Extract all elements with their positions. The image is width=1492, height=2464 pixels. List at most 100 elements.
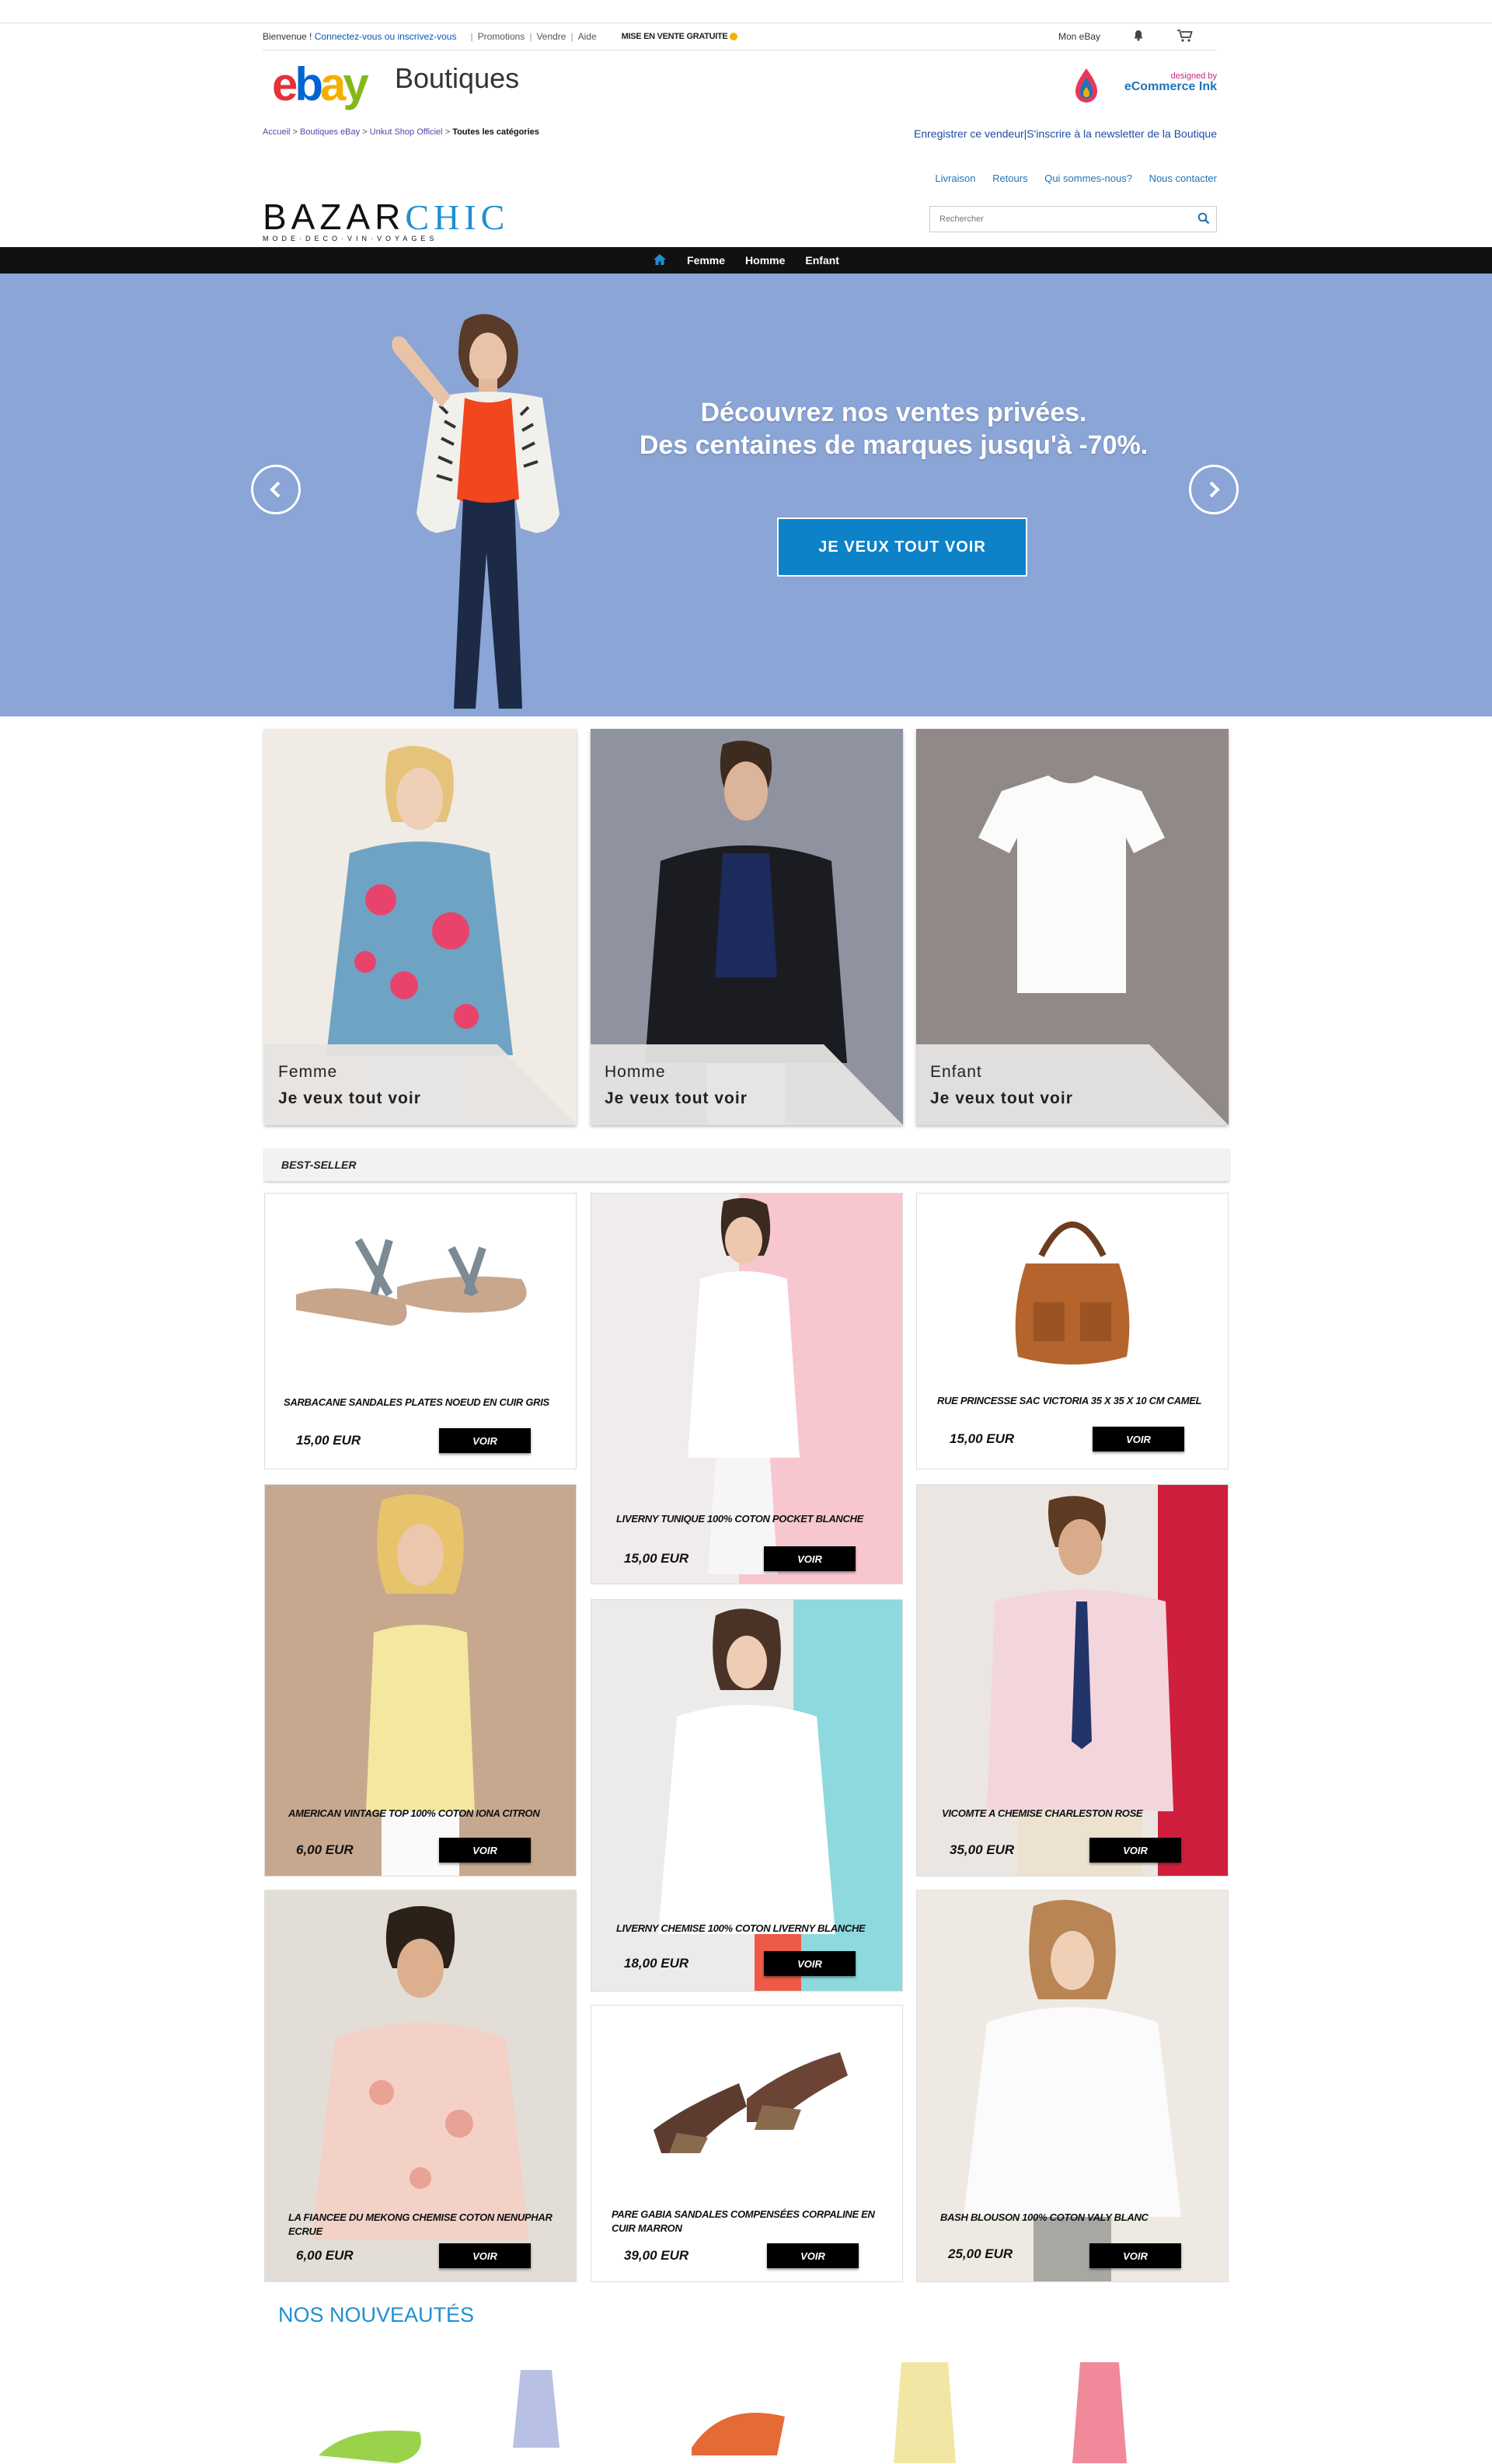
handbag-image: [1015, 1222, 1130, 1364]
search-icon[interactable]: [1197, 212, 1210, 228]
logo-b: b: [295, 58, 323, 110]
bell-icon[interactable]: [1133, 30, 1144, 44]
nav-contact[interactable]: Nous contacter: [1149, 173, 1217, 184]
hero-banner: Découvrez nos ventes privées. Des centai…: [0, 274, 1492, 716]
brand-part-a: BAZAR: [263, 197, 406, 237]
breadcrumb: Accueil > Boutiques eBay > Unkut Shop Of…: [263, 127, 1217, 140]
newsletter-link[interactable]: S'inscrire à la newsletter de la Boutiqu…: [1027, 127, 1217, 140]
ebay-top-bar: Bienvenue ! Connectez-vous ou inscrivez-…: [263, 28, 1217, 45]
store-nav: Livraison Retours Qui sommes-nous? Nous …: [263, 173, 1217, 184]
voir-button[interactable]: VOIR: [1093, 1427, 1184, 1452]
breadcrumb-current: Toutes les catégories: [452, 127, 539, 137]
nav-livraison[interactable]: Livraison: [935, 173, 975, 184]
product-price: 18,00 EUR: [624, 1956, 689, 1971]
free-listing-link[interactable]: MISE EN VENTE GRATUITE: [622, 32, 738, 41]
cart-icon[interactable]: [1177, 29, 1194, 44]
top-divider: [263, 50, 1217, 51]
promotions-link[interactable]: Promotions: [478, 31, 525, 42]
voir-button[interactable]: VOIR: [764, 1951, 856, 1976]
nav-retours[interactable]: Retours: [992, 173, 1028, 184]
category-name: Enfant: [930, 1063, 982, 1081]
product-title: SARBACANE SANDALES PLATES NOEUD EN CUIR …: [284, 1396, 549, 1408]
breadcrumb-stores[interactable]: Boutiques eBay: [300, 127, 360, 137]
bestseller-header: BEST-SELLER: [264, 1148, 1229, 1181]
brand-part-b: CHIC: [405, 197, 510, 237]
voir-button[interactable]: VOIR: [439, 2243, 531, 2268]
free-listing-label: MISE EN VENTE GRATUITE: [621, 32, 728, 41]
hero-headline: Découvrez nos ventes privées. Des centai…: [598, 396, 1189, 462]
product-title: LIVERNY TUNIQUE 100% COTON POCKET BLANCH…: [616, 1513, 864, 1525]
ecommerce-ink-logo-icon: [1075, 68, 1097, 103]
menu-enfant[interactable]: Enfant: [805, 254, 839, 267]
hero-cta-button[interactable]: JE VEUX TOUT VOIR: [777, 518, 1027, 577]
category-cta: Je veux tout voir: [605, 1089, 748, 1107]
category-tile-femme[interactable]: Femme Je veux tout voir: [264, 729, 577, 1125]
logo-y: y: [343, 58, 368, 110]
product-card[interactable]: LIVERNY TUNIQUE 100% COTON POCKET BLANCH…: [591, 1193, 903, 1584]
product-price: 35,00 EUR: [950, 1842, 1015, 1857]
carousel-prev-button[interactable]: [251, 465, 301, 514]
login-link[interactable]: Connectez-vous ou inscrivez-vous: [315, 31, 457, 42]
menu-femme[interactable]: Femme: [687, 254, 725, 267]
carousel-next-button[interactable]: [1189, 465, 1239, 514]
product-title: RUE PRINCESSE SAC VICTORIA 35 X 35 X 10 …: [937, 1395, 1202, 1406]
category-menu: Femme Homme Enfant: [0, 247, 1492, 274]
product-price: 6,00 EUR: [296, 1842, 354, 1857]
category-cta: Je veux tout voir: [278, 1089, 421, 1107]
tile-caption-band: [264, 1044, 577, 1125]
new-arrivals-strip: [319, 2362, 1127, 2463]
product-price: 25,00 EUR: [948, 2246, 1013, 2261]
welcome-text: Bienvenue !: [263, 31, 312, 42]
hero-model-image: [392, 314, 560, 709]
ebay-logo[interactable]: ebay: [272, 58, 369, 112]
category-tile-homme[interactable]: Homme Je veux tout voir: [591, 729, 903, 1125]
hero-line-1: Découvrez nos ventes privées.: [700, 398, 1087, 427]
product-title: PARE GABIA SANDALES COMPENSÉES CORPALINE…: [612, 2208, 875, 2234]
voir-button[interactable]: VOIR: [767, 2243, 859, 2268]
product-card[interactable]: AMERICAN VINTAGE TOP 100% COTON IONA CIT…: [264, 1484, 577, 1877]
designed-by-block: designed by eCommerce Ink: [1124, 71, 1217, 93]
breadcrumb-shop[interactable]: Unkut Shop Officiel: [370, 127, 443, 137]
voir-button[interactable]: VOIR: [439, 1838, 531, 1863]
product-price: 39,00 EUR: [624, 2248, 689, 2263]
wedge-sandals-image: [654, 2052, 848, 2153]
voir-button[interactable]: VOIR: [1089, 2243, 1181, 2268]
product-card[interactable]: LA FIANCEE DU MEKONG CHEMISE COTON NENUP…: [264, 1890, 577, 2282]
sandals-image: [296, 1238, 527, 1326]
product-card[interactable]: VICOMTE A CHEMISE CHARLESTON ROSE 35,00 …: [916, 1484, 1229, 1877]
product-card[interactable]: RUE PRINCESSE SAC VICTORIA 35 X 35 X 10 …: [916, 1193, 1229, 1469]
chevron-right-icon: [1209, 481, 1220, 498]
product-price: 15,00 EUR: [950, 1431, 1015, 1446]
product-card[interactable]: LIVERNY CHEMISE 100% COTON LIVERNY BLANC…: [591, 1599, 903, 1992]
category-name: Femme: [278, 1063, 338, 1081]
sell-link[interactable]: Vendre: [536, 31, 566, 42]
home-icon[interactable]: [653, 253, 667, 268]
browser-top-band: [0, 0, 1492, 23]
help-link[interactable]: Aide: [578, 31, 597, 42]
logo-e: e: [272, 58, 298, 110]
voir-button[interactable]: VOIR: [764, 1546, 856, 1571]
menu-homme[interactable]: Homme: [745, 254, 785, 267]
my-ebay-link[interactable]: Mon eBay: [1058, 31, 1100, 42]
product-title: LIVERNY CHEMISE 100% COTON LIVERNY BLANC…: [616, 1922, 866, 1934]
product-card[interactable]: BASH BLOUSON 100% COTON VALY BLANC 25,00…: [916, 1890, 1229, 2282]
product-card[interactable]: PARE GABIA SANDALES COMPENSÉES CORPALINE…: [591, 2005, 903, 2282]
voir-button[interactable]: VOIR: [1089, 1838, 1181, 1863]
product-card[interactable]: SARBACANE SANDALES PLATES NOEUD EN CUIR …: [264, 1193, 577, 1469]
product-title: LA FIANCEE DU MEKONG CHEMISE COTON NENUP…: [288, 2211, 553, 2237]
breadcrumb-sep: >: [292, 127, 298, 137]
breadcrumb-sep: >: [444, 127, 451, 137]
nav-about[interactable]: Qui sommes-nous?: [1044, 173, 1132, 184]
breadcrumb-home[interactable]: Accueil: [263, 127, 290, 137]
voir-button[interactable]: VOIR: [439, 1428, 531, 1453]
search-input[interactable]: [930, 207, 1179, 232]
category-name: Homme: [605, 1063, 666, 1081]
boutiques-title: Boutiques: [395, 62, 520, 94]
tile-caption-band: [591, 1044, 903, 1125]
logo-a: a: [320, 58, 346, 110]
bazarchic-logo[interactable]: BAZARCHIC MODE·DECO·VIN·VOYAGES: [263, 196, 509, 242]
register-seller-link[interactable]: Enregistrer ce vendeur: [914, 127, 1024, 140]
product-price: 6,00 EUR: [296, 2248, 354, 2263]
product-title: BASH BLOUSON 100% COTON VALY BLANC: [940, 2211, 1149, 2223]
category-tile-enfant[interactable]: Enfant Je veux tout voir: [916, 729, 1229, 1125]
